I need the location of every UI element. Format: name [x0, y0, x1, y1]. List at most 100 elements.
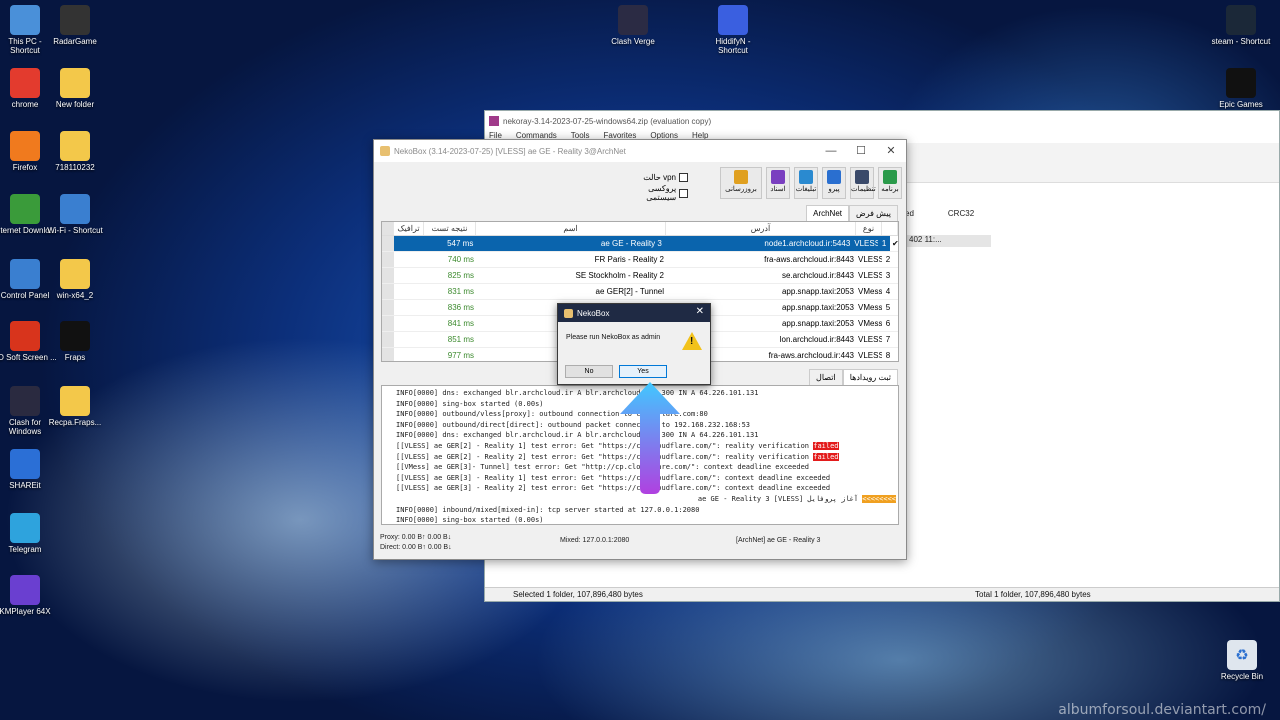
system-proxy-checkbox[interactable]	[679, 188, 688, 198]
toolbar-button-label: بروزرسانی	[725, 186, 757, 193]
selected-check-icon: ✔	[890, 236, 898, 251]
toolbar-button[interactable]: بروزرسانی	[720, 167, 762, 199]
desktop-shortcut[interactable]: steam - Shortcut	[1209, 5, 1273, 46]
tab-default[interactable]: پیش فرض	[849, 205, 898, 222]
maximize-button[interactable]: ☐	[846, 140, 876, 162]
cell-type: VLESS	[858, 271, 882, 280]
header-test-result[interactable]: نتیجه تست	[424, 222, 476, 235]
wifi-icon	[60, 194, 90, 224]
table-row[interactable]: 547 ms ae GE - Reality 3 node1.archcloud.i…	[382, 236, 898, 252]
toolbar-button-label: اسناد	[770, 186, 786, 193]
toolbar-button[interactable]: پیرو	[822, 167, 846, 199]
desktop-shortcut[interactable]: 718110232	[43, 131, 107, 172]
desktop-shortcut[interactable]: New folder	[43, 68, 107, 109]
toolbar-button[interactable]: تنظیمات	[850, 167, 876, 199]
row-scroll-gutter	[382, 332, 394, 347]
desktop-shortcut[interactable]: Recpa.Fraps...	[43, 386, 107, 427]
pointer-arrow-icon	[620, 382, 680, 494]
program-icon	[883, 170, 897, 184]
system-proxy-option[interactable]: پروکسی سیستمی	[618, 184, 688, 202]
log-line-text: [[VLESS] ae GER[3] - Reality 1] test err…	[396, 473, 831, 482]
log-line: INFO[0000] sing-box started (0.00s)	[396, 515, 898, 524]
zip-file-row[interactable]: 402 11:...	[905, 235, 991, 247]
row-scroll-gutter	[382, 252, 394, 267]
kmplayer-icon	[10, 575, 40, 605]
desktop-shortcut-label: Fraps	[64, 353, 86, 362]
cell-type: VMess	[858, 319, 882, 328]
vpn-mode-checkbox[interactable]	[679, 172, 688, 182]
desktop-shortcut[interactable]: Fraps	[43, 321, 107, 362]
toolbar-button[interactable]: اسناد	[766, 167, 790, 199]
toolbar-button-label: پیرو	[828, 186, 840, 193]
watermark: albumforsoul.deviantart.com/	[1058, 702, 1266, 718]
cell-test-result: 740 ms	[447, 255, 474, 264]
cell-index: 2	[885, 255, 891, 264]
system-proxy-label: پروکسی سیستمی	[646, 184, 677, 202]
desktop-shortcut[interactable]: Wi-Fi - Shortcut	[43, 194, 107, 235]
zip-status-bar: Selected 1 folder, 107,896,480 bytes Tot…	[485, 587, 1279, 601]
desktop-shortcut[interactable]: win-x64_2	[43, 259, 107, 300]
row-scroll-gutter	[382, 316, 394, 331]
current-profile: [ArchNet] ae GE - Reality 3	[736, 537, 821, 544]
yes-button[interactable]: Yes	[619, 365, 667, 378]
failed-badge: failed	[813, 452, 839, 461]
telegram-icon	[10, 513, 40, 543]
tab-logs[interactable]: ثبت رویدادها	[842, 369, 898, 386]
zip-column-headers: ed CRC32	[905, 209, 1279, 223]
tab-archnet[interactable]: ArchNet	[806, 205, 850, 222]
tab-connections[interactable]: اتصال	[809, 369, 843, 386]
cell-index: 6	[885, 319, 891, 328]
table-row[interactable]: 831 ms ae GER[2] - Tunnel app.snapp.taxi:2…	[382, 284, 898, 300]
log-line-text: INFO[0000] dns: exchanged blr.archcloud.…	[396, 431, 759, 440]
col-crc32[interactable]: CRC32	[948, 209, 974, 223]
no-button[interactable]: No	[565, 365, 613, 378]
desktop-shortcut[interactable]: SHAREit	[0, 449, 57, 490]
desktop-shortcut-label: Clash Verge	[611, 37, 655, 46]
log-line-text: [[VLESS] ae GER[2] - Reality 1] test err…	[396, 441, 814, 450]
dialog-close-icon[interactable]: ✕	[696, 306, 704, 317]
toolbar-button[interactable]: تبلیغات	[794, 167, 818, 199]
desktop-shortcut-label: Epic Games	[1219, 100, 1263, 109]
vpn-mode-option[interactable]: حالت vpn	[618, 169, 688, 185]
table-row[interactable]: 740 ms FR Paris - Reality 2 fra-aws.archcl…	[382, 252, 898, 268]
cell-index: 4	[885, 287, 891, 296]
cell-index: 8	[885, 351, 891, 360]
pc-icon	[10, 5, 40, 35]
minimize-button[interactable]: —	[816, 140, 846, 162]
toolbar-button[interactable]: برنامه	[878, 167, 902, 199]
header-name[interactable]: اسم	[476, 222, 666, 235]
shareit-icon	[10, 449, 40, 479]
desktop-shortcut[interactable]: HiddifyN - Shortcut	[701, 5, 765, 55]
desktop-shortcut[interactable]: Epic Games	[1209, 68, 1273, 109]
globe-icon	[799, 170, 813, 184]
desktop-shortcut[interactable]: KMPlayer 64X	[0, 575, 57, 616]
desktop-shortcut[interactable]: Telegram	[0, 513, 57, 554]
desktop-shortcut[interactable]: RadarGame	[43, 5, 107, 46]
recycle-bin-shortcut[interactable]: ♻ Recycle Bin	[1210, 640, 1274, 681]
radargame-icon	[60, 5, 90, 35]
cell-index: 3	[885, 271, 891, 280]
nekobox-titlebar: NekoBox (3.14-2023-07-25) [VLESS] ae GE …	[374, 140, 906, 162]
folder-icon	[60, 386, 90, 416]
header-traffic[interactable]: ترافیک	[394, 222, 424, 235]
nekobox-options: حالت vpn پروکسی سیستمی	[618, 169, 688, 202]
cell-name: SE Stockholm - Reality 2	[575, 271, 664, 280]
desktop-shortcut[interactable]: Clash Verge	[601, 5, 665, 46]
header-address[interactable]: آدرس	[666, 222, 856, 235]
cell-test-result: 825 ms	[447, 271, 474, 280]
desktop-shortcut-label: RadarGame	[53, 37, 97, 46]
row-scroll-gutter	[382, 300, 394, 315]
cell-type: VLESS	[858, 351, 882, 360]
cell-index: 5	[885, 303, 891, 312]
cell-traffic	[394, 348, 424, 361]
close-button[interactable]: ✕	[876, 140, 906, 162]
log-line-text: ae GE - Reality 3 [VLESS] آغاز پروفایل	[697, 494, 863, 503]
header-type[interactable]: نوع	[856, 222, 882, 235]
cell-traffic	[394, 316, 424, 331]
table-row[interactable]: 825 ms SE Stockholm - Reality 2 se.archclo…	[382, 268, 898, 284]
admin-warning-dialog[interactable]: NekoBox ✕ Please run NekoBox as admin ! …	[557, 303, 711, 385]
firefox-icon	[10, 131, 40, 161]
chrome-icon	[10, 68, 40, 98]
desktop-shortcut-label: Wi-Fi - Shortcut	[47, 226, 103, 235]
clash-verge-icon	[618, 5, 648, 35]
